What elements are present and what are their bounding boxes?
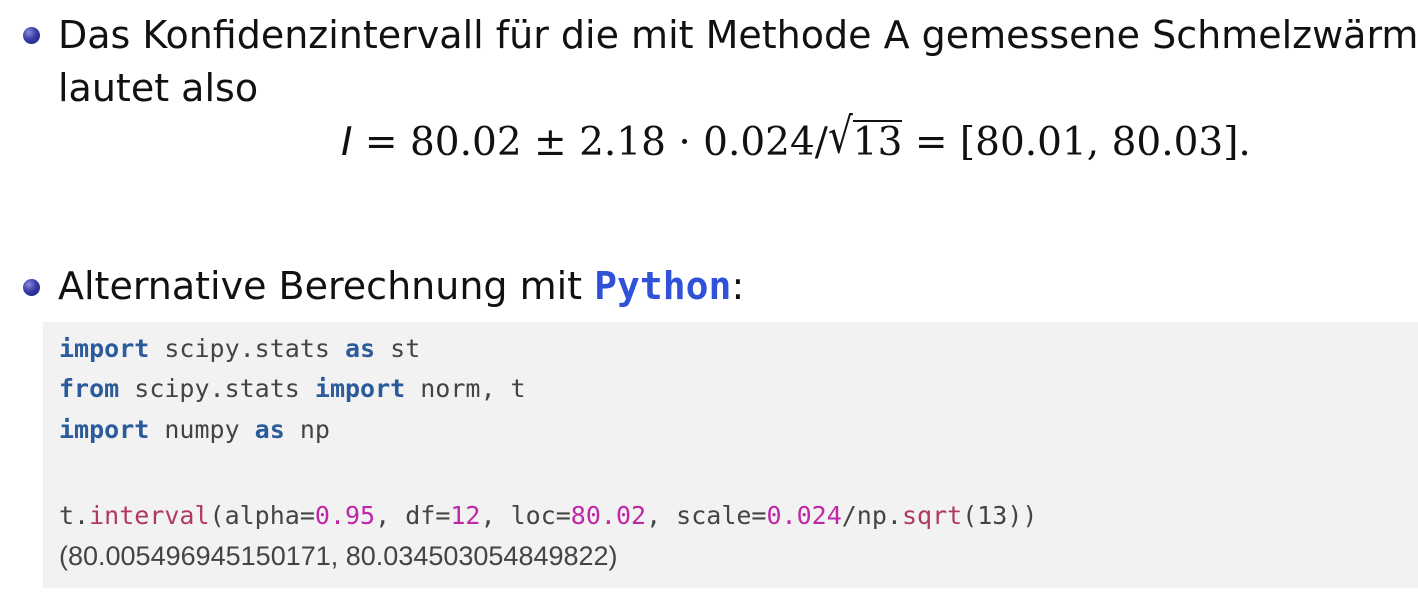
code-text: scipy.stats xyxy=(119,374,315,403)
code-text: scipy.stats xyxy=(149,334,345,363)
formula-expression: = 80.02 ± 2.18 · 0.024/ xyxy=(352,120,828,165)
code-text: , df= xyxy=(375,501,451,530)
formula-result: = [80.01, 80.03]. xyxy=(902,120,1251,165)
bullet-marker-1 xyxy=(23,27,40,44)
code-text: , loc= xyxy=(480,501,571,530)
keyword: as xyxy=(254,415,285,444)
keyword: import xyxy=(59,334,150,363)
keyword: as xyxy=(344,334,376,363)
function-name: sqrt xyxy=(901,501,963,530)
number-literal: 80.02 xyxy=(570,501,647,530)
function-name: interval xyxy=(89,501,210,530)
code-text: norm, t xyxy=(405,374,526,403)
keyword: from xyxy=(59,374,120,403)
confidence-interval-formula: I = 80.02 ± 2.18 · 0.024/√13 = [80.01, 8… xyxy=(341,109,1251,166)
code-line-2: from scipy.stats import norm, t xyxy=(59,373,526,405)
code-text: (13)) xyxy=(962,501,1038,530)
keyword: import xyxy=(314,374,406,403)
python-highlight: Python xyxy=(594,264,732,308)
code-line-3: import numpy as np xyxy=(59,414,330,446)
code-output: (80.005496945150171, 80.034503054849822) xyxy=(59,541,618,571)
sqrt-argument: 13 xyxy=(852,120,903,165)
code-line-1: import scipy.stats as st xyxy=(59,333,420,365)
bullet-1-line-2: lautet also xyxy=(58,66,259,110)
code-text: np xyxy=(284,415,330,444)
bullet-marker-2 xyxy=(23,279,40,296)
keyword: import xyxy=(59,415,150,444)
bullet-2-suffix: : xyxy=(731,264,745,308)
code-text: t. xyxy=(59,501,90,530)
number-literal: 0.95 xyxy=(314,501,376,530)
bullet-1-line-1: Das Konfidenzintervall für die mit Metho… xyxy=(58,13,1418,57)
sqrt-symbol: √ xyxy=(827,108,853,165)
code-text: (alpha= xyxy=(209,501,315,530)
code-text: numpy xyxy=(149,415,255,444)
code-text: , scale= xyxy=(646,501,767,530)
bullet-2-prefix: Alternative Berechnung mit xyxy=(58,264,595,308)
code-text: /np. xyxy=(841,501,902,530)
code-line-5: t.interval(alpha=0.95, df=12, loc=80.02,… xyxy=(59,500,1037,532)
number-literal: 0.024 xyxy=(766,501,842,530)
code-text: st xyxy=(375,334,421,363)
number-literal: 12 xyxy=(450,501,481,530)
formula-variable: I xyxy=(341,120,353,165)
bullet-2-text: Alternative Berechnung mit Python: xyxy=(58,263,744,309)
